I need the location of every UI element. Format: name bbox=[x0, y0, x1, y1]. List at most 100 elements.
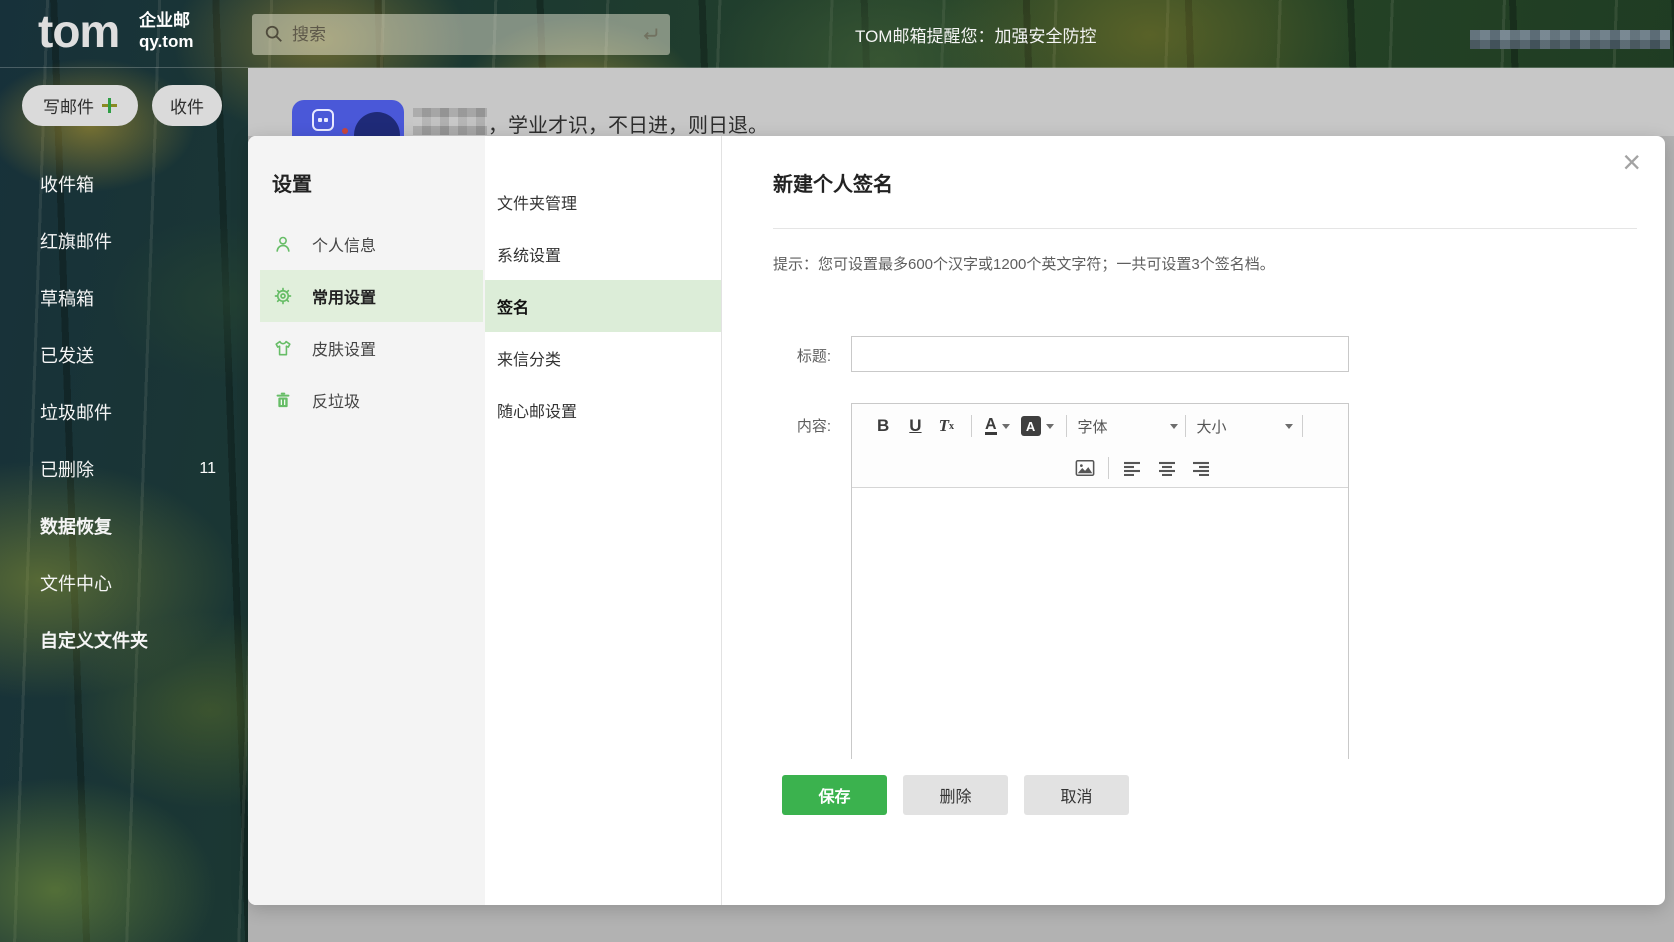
sidebar-item-file-center[interactable]: 文件中心 bbox=[0, 554, 248, 611]
toolbar-separator bbox=[1066, 415, 1067, 437]
enter-icon[interactable] bbox=[640, 24, 660, 44]
font-color-letter: A bbox=[985, 417, 997, 435]
bold-button[interactable]: B bbox=[877, 416, 889, 436]
folder-nav: 收件箱 红旗邮件 草稿箱 已发送 垃圾邮件 已删除 11 数据恢复 文件中心 自… bbox=[0, 155, 248, 668]
dialog-tip: 提示：您可设置最多600个汉字或1200个英文字符；一共可设置3个签名档。 bbox=[773, 253, 1275, 274]
content-field-label: 内容: bbox=[723, 415, 831, 436]
submenu-item-easy-mail-settings[interactable]: 随心邮设置 bbox=[485, 384, 721, 436]
greeting-motto: ，学业才识，不日进，则日退。 bbox=[488, 109, 768, 138]
submenu-item-system-settings[interactable]: 系统设置 bbox=[485, 228, 721, 280]
person-icon bbox=[273, 234, 293, 254]
cancel-button[interactable]: 取消 bbox=[1024, 775, 1129, 815]
submenu-item-folder-management[interactable]: 文件夹管理 bbox=[485, 176, 721, 228]
receive-label: 收件 bbox=[170, 93, 204, 118]
submenu-label: 文件夹管理 bbox=[497, 190, 577, 214]
menu-label: 皮肤设置 bbox=[312, 336, 376, 360]
submenu-label: 随心邮设置 bbox=[497, 398, 577, 422]
submenu-item-signature[interactable]: 签名 bbox=[485, 280, 721, 332]
divider bbox=[773, 228, 1637, 229]
tshirt-icon bbox=[273, 338, 293, 358]
delete-button[interactable]: 删除 bbox=[903, 775, 1008, 815]
align-center-button[interactable] bbox=[1158, 461, 1176, 476]
menu-item-common-settings[interactable]: 常用设置 bbox=[260, 270, 483, 322]
search-bar[interactable] bbox=[252, 14, 670, 55]
robot-face-glyph bbox=[312, 109, 334, 131]
sidebar-item-sent[interactable]: 已发送 bbox=[0, 326, 248, 383]
sidebar-item-spam[interactable]: 垃圾邮件 bbox=[0, 383, 248, 440]
submenu-label: 来信分类 bbox=[497, 346, 561, 370]
nav-label: 已删除 bbox=[40, 456, 94, 482]
nav-label: 已发送 bbox=[40, 342, 94, 368]
menu-item-personal-info[interactable]: 个人信息 bbox=[248, 218, 485, 270]
toolbar-separator bbox=[1302, 415, 1303, 437]
settings-menu-column: 设置 个人信息 常用设置 bbox=[248, 136, 485, 905]
menu-label: 常用设置 bbox=[312, 284, 376, 308]
close-icon[interactable]: × bbox=[1622, 146, 1641, 178]
title-field-label: 标题: bbox=[723, 345, 831, 366]
clear-format-button[interactable]: Tx bbox=[939, 416, 954, 436]
compose-label: 写邮件 bbox=[43, 93, 94, 118]
brand-line2: qy.tom bbox=[139, 31, 193, 52]
nav-label: 收件箱 bbox=[40, 171, 94, 197]
font-size-select[interactable]: 大小 bbox=[1197, 416, 1293, 437]
user-account-redacted[interactable] bbox=[1470, 30, 1670, 49]
editor-content[interactable] bbox=[852, 488, 1348, 759]
search-input[interactable] bbox=[292, 14, 572, 55]
sidebar-item-drafts[interactable]: 草稿箱 bbox=[0, 269, 248, 326]
settings-modal: 设置 个人信息 常用设置 bbox=[248, 136, 1665, 905]
sidebar-item-custom-folders[interactable]: 自定义文件夹 bbox=[0, 611, 248, 668]
tom-logo: tom bbox=[38, 0, 119, 62]
chevron-down-icon bbox=[1285, 424, 1293, 429]
gear-icon bbox=[273, 286, 293, 306]
menu-label: 个人信息 bbox=[312, 232, 376, 256]
nav-label: 文件中心 bbox=[40, 570, 112, 596]
menu-item-skin-settings[interactable]: 皮肤设置 bbox=[248, 322, 485, 374]
toolbar-separator bbox=[1108, 457, 1109, 479]
font-size-label: 大小 bbox=[1197, 416, 1227, 437]
font-family-label: 字体 bbox=[1078, 416, 1108, 437]
signature-dialog: × 新建个人签名 提示：您可设置最多600个汉字或1200个英文字符；一共可设置… bbox=[723, 136, 1665, 905]
chevron-down-icon bbox=[1170, 424, 1178, 429]
plus-icon bbox=[102, 98, 117, 113]
settings-menu: 个人信息 常用设置 皮肤设置 bbox=[248, 218, 485, 426]
red-dot bbox=[342, 128, 348, 134]
editor-toolbar: B U Tx A A 字体 大小 bbox=[852, 404, 1348, 488]
nav-label: 红旗邮件 bbox=[40, 228, 112, 254]
underline-button[interactable]: U bbox=[909, 416, 921, 436]
compose-button[interactable]: 写邮件 bbox=[22, 85, 138, 126]
submenu-item-mail-classification[interactable]: 来信分类 bbox=[485, 332, 721, 384]
rich-text-editor: B U Tx A A 字体 大小 bbox=[851, 403, 1349, 759]
trash-icon bbox=[273, 390, 293, 410]
save-button[interactable]: 保存 bbox=[782, 775, 887, 815]
chevron-down-icon bbox=[1002, 424, 1010, 429]
submenu-label: 系统设置 bbox=[497, 242, 561, 266]
font-color-button[interactable]: A bbox=[985, 417, 1010, 435]
greeting-card: ，学业才识，不日进，则日退。 bbox=[248, 68, 1674, 136]
clear-format-t: T bbox=[939, 416, 949, 436]
toolbar-separator bbox=[1185, 415, 1186, 437]
receive-button[interactable]: 收件 bbox=[152, 85, 222, 126]
submenu-label: 签名 bbox=[497, 294, 529, 318]
sidebar-item-data-recovery[interactable]: 数据恢复 bbox=[0, 497, 248, 554]
sidebar-item-flagged[interactable]: 红旗邮件 bbox=[0, 212, 248, 269]
nav-label: 垃圾邮件 bbox=[40, 399, 112, 425]
brand-line1: 企业邮 bbox=[139, 10, 193, 31]
insert-image-button[interactable] bbox=[1074, 458, 1096, 478]
menu-label: 反垃圾 bbox=[312, 388, 360, 412]
brand-name: 企业邮 qy.tom bbox=[139, 10, 193, 52]
user-name-redacted bbox=[413, 108, 487, 135]
sidebar: 写邮件 收件 收件箱 红旗邮件 草稿箱 已发送 垃圾邮件 已删除 11 数据恢复… bbox=[0, 68, 248, 942]
sidebar-item-deleted[interactable]: 已删除 11 bbox=[0, 440, 248, 497]
security-notice: TOM邮箱提醒您：加强安全防控 bbox=[855, 0, 1096, 68]
dialog-buttons: 保存 删除 取消 bbox=[782, 775, 1129, 815]
menu-item-anti-spam[interactable]: 反垃圾 bbox=[248, 374, 485, 426]
deleted-count-badge: 11 bbox=[199, 460, 216, 478]
align-left-button[interactable] bbox=[1123, 461, 1141, 476]
sidebar-item-inbox[interactable]: 收件箱 bbox=[0, 155, 248, 212]
align-right-button[interactable] bbox=[1192, 461, 1210, 476]
bg-color-button[interactable]: A bbox=[1021, 416, 1054, 436]
font-family-select[interactable]: 字体 bbox=[1078, 416, 1178, 437]
dialog-title: 新建个人签名 bbox=[773, 168, 893, 197]
signature-title-input[interactable] bbox=[851, 336, 1349, 372]
settings-title: 设置 bbox=[272, 168, 312, 197]
